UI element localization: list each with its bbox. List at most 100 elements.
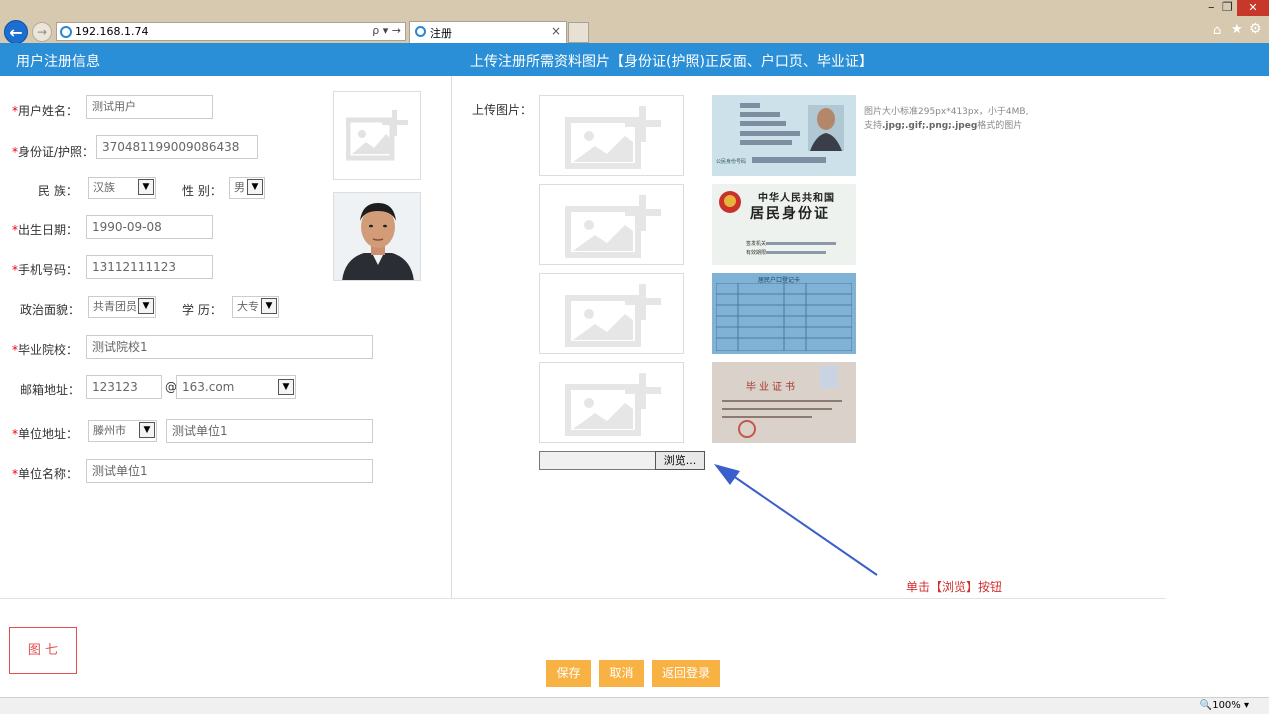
upload-slot-3[interactable]: [539, 273, 684, 354]
horizontal-divider: [0, 598, 1166, 599]
cancel-button[interactable]: 取消: [599, 660, 644, 687]
blurred-line: [722, 416, 812, 418]
ie-icon: [60, 26, 72, 38]
gender-select[interactable]: 男 ▼: [229, 177, 265, 199]
home-icon[interactable]: ⌂: [1213, 23, 1221, 38]
school-label: *毕业院校：: [12, 343, 79, 357]
browse-button[interactable]: 浏览...: [655, 451, 705, 470]
name-label: *用户姓名：: [12, 104, 79, 118]
chevron-down-icon: ▼: [138, 179, 154, 195]
save-button[interactable]: 保存: [546, 660, 591, 687]
back-to-login-button[interactable]: 返回登录: [652, 660, 720, 687]
back-arrow-icon: ←: [9, 22, 23, 42]
user-photo: [333, 192, 421, 281]
blurred-line: [722, 400, 842, 402]
id-back-title: 居民身份证: [750, 206, 830, 222]
unit-city-select[interactable]: 滕州市 ▼: [88, 420, 157, 442]
birth-label: *出生日期：: [12, 223, 79, 237]
register-grid: [716, 283, 852, 351]
figure-label: 图 七: [9, 627, 77, 674]
upload-hint-line1: 图片大小标准295px*413px，小于4MB,: [864, 107, 1029, 117]
file-path-field[interactable]: [539, 451, 656, 470]
birth-date-input[interactable]: 1990-09-08: [86, 215, 213, 239]
settings-gear-icon[interactable]: ⚙: [1249, 21, 1262, 37]
red-seal-stamp: [738, 420, 756, 438]
id-input[interactable]: 370481199009086438: [96, 135, 258, 159]
vertical-divider: [451, 76, 452, 598]
ie-icon: [415, 26, 426, 37]
zoom-level[interactable]: 🔍100% ▾: [1200, 700, 1249, 711]
blurred-line: [766, 251, 826, 254]
national-emblem-icon: [719, 191, 741, 213]
image-add-icon: [565, 373, 661, 436]
ethnicity-label: 民 族：: [38, 184, 78, 198]
back-button[interactable]: ←: [4, 20, 28, 44]
photo-upload-placeholder[interactable]: [333, 91, 421, 180]
image-add-icon: [346, 110, 408, 161]
diploma-thumbnail: 毕业证书: [712, 362, 856, 443]
upload-hint-line2: 支持.jpg;.gif;.png;.jpeg格式的图片: [864, 121, 1023, 131]
tab-close-icon[interactable]: ×: [551, 24, 561, 38]
upload-slot-4[interactable]: [539, 362, 684, 443]
upload-slot-2[interactable]: [539, 184, 684, 265]
chevron-down-icon: ▼: [261, 298, 277, 314]
address-text: 192.168.1.74: [75, 25, 149, 38]
status-bar: 🔍100% ▾: [0, 697, 1269, 714]
blurred-line: [722, 408, 832, 410]
id-label: *身份证/护照：: [12, 145, 95, 159]
id-back-country: 中华人民共和国: [758, 193, 835, 204]
diploma-photo: [820, 366, 838, 388]
phone-input[interactable]: 13112111123: [86, 255, 213, 279]
forward-arrow-icon: →: [36, 25, 48, 39]
forward-button[interactable]: →: [32, 22, 52, 42]
image-add-icon: [565, 195, 661, 258]
upload-label: 上传图片：: [472, 103, 533, 117]
chevron-down-icon: ▼: [278, 379, 294, 395]
new-tab-button[interactable]: [568, 22, 589, 43]
upload-slot-1[interactable]: [539, 95, 684, 176]
id-back-validity-label: 有效期限: [746, 250, 767, 256]
id-back-authority-label: 签发机关: [746, 241, 767, 247]
annotation-text: 单击【浏览】按钮: [906, 580, 1003, 594]
email-label: 邮箱地址：: [20, 383, 81, 397]
blurred-line: [766, 242, 836, 245]
user-info-title: 用户注册信息: [16, 54, 100, 70]
favorites-star-icon[interactable]: ★: [1231, 22, 1243, 37]
phone-label: *手机号码：: [12, 263, 79, 277]
unit-name-label: *单位名称：: [12, 467, 79, 481]
browser-tab[interactable]: 注册 ×: [409, 21, 567, 43]
gender-label: 性 别：: [182, 184, 222, 198]
page-header: 用户注册信息 上传注册所需资料图片【身份证(护照)正反面、户口页、毕业证】: [0, 43, 1269, 76]
search-refresh-icons[interactable]: ρ ▾ →: [372, 24, 401, 37]
portrait-image: [334, 193, 420, 280]
annotation-arrow: [714, 464, 878, 576]
school-input[interactable]: 测试院校1: [86, 335, 373, 359]
political-label: 政治面貌：: [20, 303, 81, 317]
ethnicity-select[interactable]: 汉族 ▼: [88, 177, 156, 199]
email-user-input[interactable]: 123123: [86, 375, 162, 399]
email-domain-select[interactable]: 163.com ▼: [176, 375, 296, 399]
education-label: 学 历：: [182, 303, 222, 317]
chevron-down-icon: ▼: [138, 298, 154, 314]
unit-address-label: *单位地址：: [12, 427, 79, 441]
id-number-label: 公民身份号码: [716, 159, 747, 165]
political-select[interactable]: 共青团员 ▼: [88, 296, 156, 318]
name-input[interactable]: 测试用户: [86, 95, 213, 119]
chevron-down-icon: ▼: [139, 422, 155, 438]
unit-name-input[interactable]: 测试单位1: [86, 459, 373, 483]
image-add-icon: [565, 284, 661, 347]
diploma-title: 毕业证书: [746, 382, 798, 393]
chevron-down-icon: ▼: [247, 179, 263, 195]
education-select[interactable]: 大专 ▼: [232, 296, 279, 318]
minimize-icon[interactable]: –: [1208, 0, 1215, 15]
tab-title: 注册: [430, 27, 452, 40]
household-register-thumbnail: 居民户口登记卡: [712, 273, 856, 354]
id-card-back-thumbnail: 中华人民共和国 居民身份证 签发机关 有效期限: [712, 184, 856, 265]
address-bar[interactable]: 192.168.1.74 ρ ▾ →: [56, 22, 406, 41]
image-add-icon: [565, 106, 661, 169]
maximize-icon[interactable]: ❐: [1222, 0, 1233, 14]
unit-address-input[interactable]: 测试单位1: [166, 419, 373, 443]
id-card-front-thumbnail: 公民身份号码: [712, 95, 856, 176]
upload-section-title: 上传注册所需资料图片【身份证(护照)正反面、户口页、毕业证】: [470, 54, 873, 70]
close-window-icon[interactable]: ✕: [1237, 0, 1269, 16]
